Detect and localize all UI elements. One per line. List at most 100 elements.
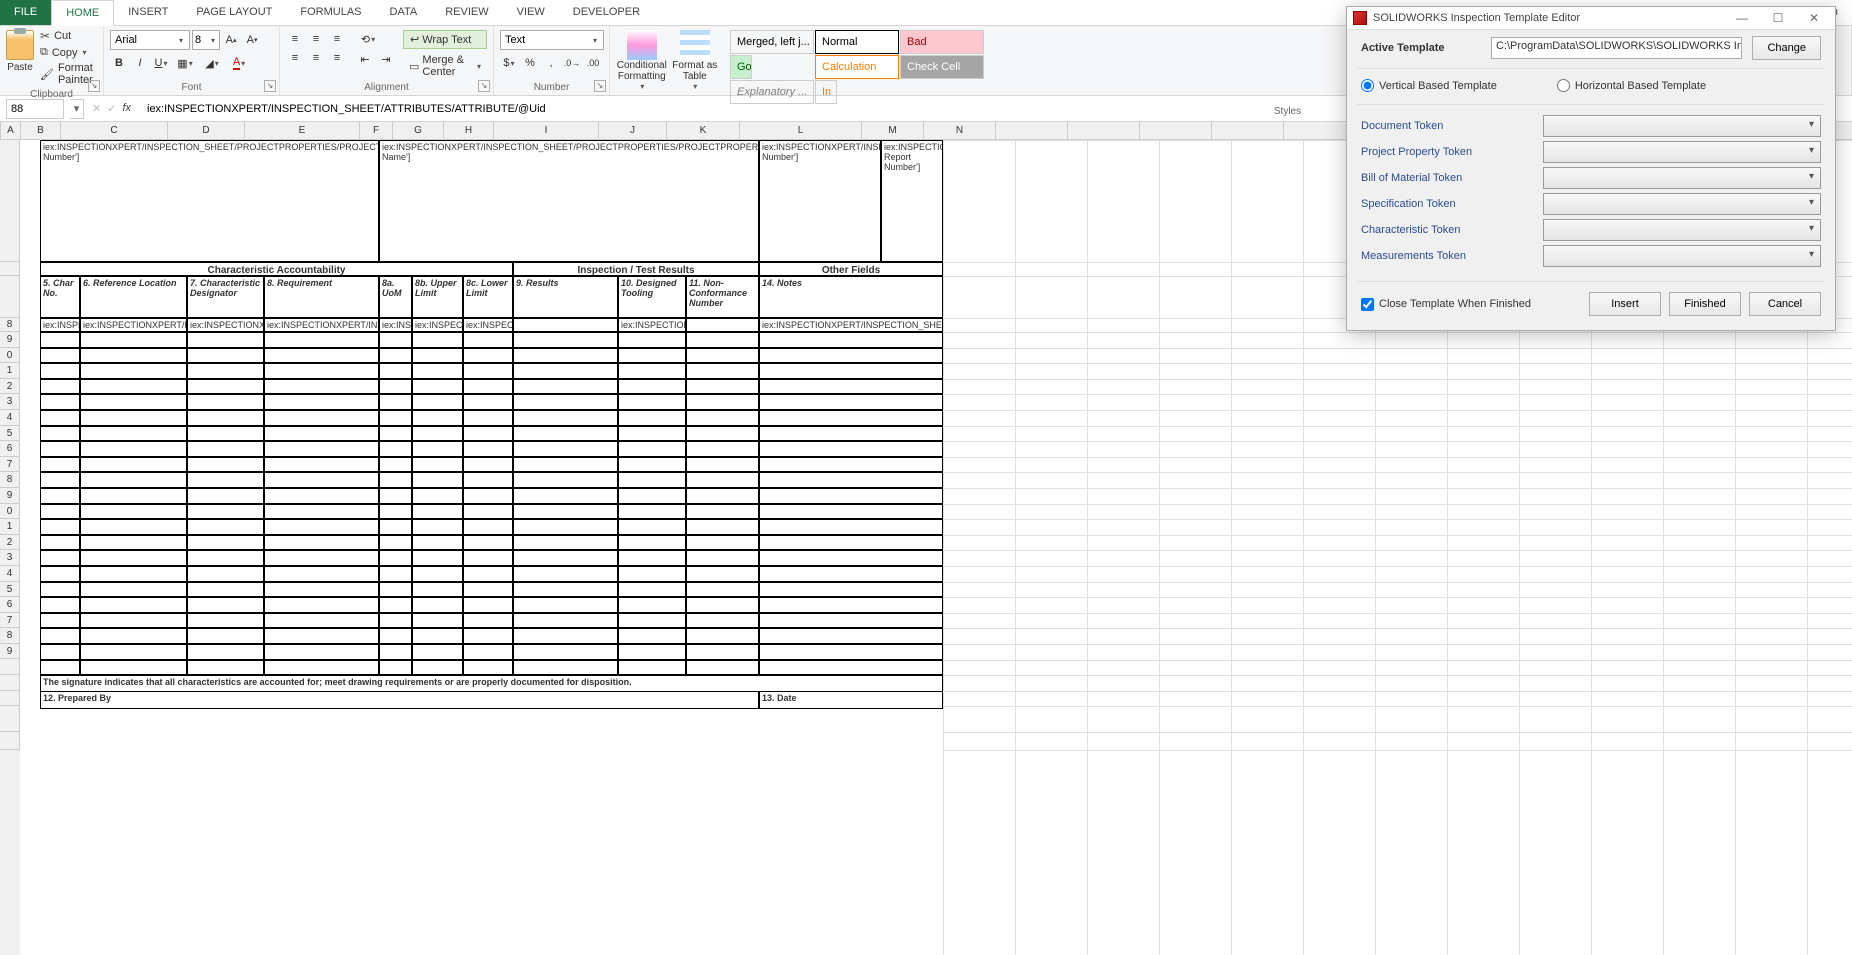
cell-sec-characteristic[interactable]: Characteristic Accountability [40,262,513,276]
cell-empty[interactable] [759,426,943,442]
cell-empty[interactable] [40,457,80,473]
cell-empty[interactable] [264,472,379,488]
cell-h14[interactable]: 14. Notes [759,276,943,318]
cell-empty[interactable] [618,332,686,348]
align-bottom-button[interactable]: ≡ [328,30,346,48]
cell-h8[interactable]: 8. Requirement [264,276,379,318]
number-dialog-launcher[interactable]: ↘ [594,80,606,92]
cell-empty[interactable] [412,332,463,348]
cell-empty[interactable] [463,426,513,442]
row-header[interactable] [0,675,20,691]
cell-empty[interactable] [759,550,943,566]
cell-empty[interactable] [513,504,618,520]
cell-empty[interactable] [618,426,686,442]
cell-empty[interactable] [379,441,412,457]
cell-empty[interactable] [187,613,264,629]
tab-page-layout[interactable]: PAGE LAYOUT [182,0,286,25]
row-header[interactable] [0,691,20,707]
cell-empty[interactable] [379,504,412,520]
row-header[interactable] [0,262,20,276]
cell-data-b[interactable]: iex:INSPE [40,318,80,332]
cell-empty[interactable] [264,535,379,551]
row-header[interactable]: 9 [0,332,20,348]
vertical-template-radio[interactable]: Vertical Based Template [1361,79,1497,92]
cell-empty[interactable] [412,535,463,551]
cell-empty[interactable] [513,441,618,457]
cell-empty[interactable] [80,628,187,644]
cell-empty[interactable] [463,550,513,566]
minimize-button[interactable]: — [1727,11,1757,25]
cell-empty[interactable] [759,597,943,613]
cell-empty[interactable] [686,410,759,426]
row-header[interactable] [0,659,20,675]
cell-data-l[interactable]: iex:INSPECTIONXPERT/INSPECTION_SHEET/ [759,318,943,332]
cell-data-j[interactable]: iex:INSPECTION [618,318,686,332]
cell-empty[interactable] [463,535,513,551]
cell-empty[interactable] [187,348,264,364]
cell-empty[interactable] [412,379,463,395]
cell-h6[interactable]: 6. Reference Location [80,276,187,318]
cell-empty[interactable] [80,363,187,379]
cell-empty[interactable] [80,597,187,613]
col-header-J[interactable]: J [599,122,667,139]
cell-empty[interactable] [463,410,513,426]
tab-data[interactable]: DATA [376,0,432,25]
cell-empty[interactable] [618,410,686,426]
row-header[interactable]: 9 [0,488,20,504]
cell-empty[interactable] [80,535,187,551]
cell-empty[interactable] [463,644,513,660]
cell-empty[interactable] [264,426,379,442]
cell-empty[interactable] [80,582,187,598]
cell-empty[interactable] [513,410,618,426]
cell-empty[interactable] [513,566,618,582]
conditional-formatting-button[interactable]: Conditional Formatting▾ [616,28,668,93]
row-header[interactable]: 7 [0,457,20,473]
cell-empty[interactable] [412,394,463,410]
fx-icon[interactable]: fx [122,102,131,115]
increase-font-button[interactable]: A▴ [222,31,240,49]
token-dropdown[interactable] [1543,193,1821,215]
paste-button[interactable]: Paste [6,28,34,73]
cell-empty[interactable] [264,394,379,410]
col-header-blank[interactable] [1140,122,1212,139]
cell-empty[interactable] [686,660,759,676]
col-header-H[interactable]: H [444,122,494,139]
cell-empty[interactable] [618,550,686,566]
cell-empty[interactable] [379,379,412,395]
cell-empty[interactable] [379,613,412,629]
cell-data-f[interactable]: iex:INS [379,318,412,332]
cell-empty[interactable] [379,535,412,551]
row-headers[interactable]: 8901234567890123456789 [0,140,20,955]
cell-empty[interactable] [379,644,412,660]
cell-empty[interactable] [187,394,264,410]
cell-empty[interactable] [618,363,686,379]
cell-empty[interactable] [513,457,618,473]
accounting-format-button[interactable]: $▾ [500,54,518,72]
cell-empty[interactable] [759,488,943,504]
row-header[interactable]: 2 [0,379,20,395]
cell-empty[interactable] [463,504,513,520]
cell-empty[interactable] [618,348,686,364]
row-header[interactable] [0,706,20,732]
cell-empty[interactable] [379,457,412,473]
cell-empty[interactable] [686,644,759,660]
cell-empty[interactable] [264,488,379,504]
cell-empty[interactable] [187,457,264,473]
cell-empty[interactable] [412,582,463,598]
cell-data-e[interactable]: iex:INSPECTIONXPERT/INSP [264,318,379,332]
row-header[interactable]: 5 [0,582,20,598]
cell-data-k[interactable] [686,318,759,332]
cell-empty[interactable] [80,644,187,660]
cell-empty[interactable] [187,441,264,457]
cell-empty[interactable] [686,379,759,395]
cell-fai-report[interactable]: iex:INSPECTIONXPERT/INSPECTION_SHEET/PRO… [881,140,943,262]
cell-empty[interactable] [187,504,264,520]
cell-empty[interactable] [618,394,686,410]
cell-empty[interactable] [513,348,618,364]
align-top-button[interactable]: ≡ [286,30,304,48]
clipboard-dialog-launcher[interactable]: ↘ [88,80,100,92]
cell-empty[interactable] [379,550,412,566]
cell-empty[interactable] [759,332,943,348]
cell-empty[interactable] [686,504,759,520]
style-calculation[interactable]: Calculation [815,55,899,79]
